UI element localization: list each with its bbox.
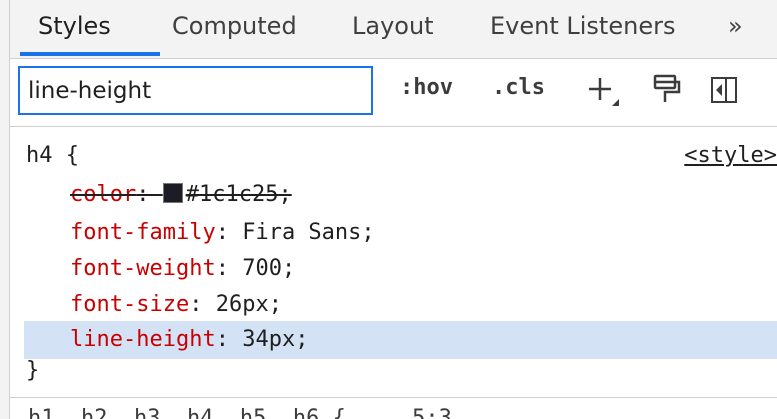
- property-name[interactable]: font-weight: [70, 256, 216, 281]
- filter-input[interactable]: [28, 68, 363, 113]
- panel-left-edge: [0, 0, 10, 419]
- property-value[interactable]: #1c1c25: [186, 182, 279, 207]
- filter-box[interactable]: [18, 66, 373, 115]
- cls-button[interactable]: .cls: [492, 73, 545, 103]
- tab-styles[interactable]: Styles: [38, 0, 111, 52]
- next-rule-selector[interactable]: h1, h2, h3, h4, h5, h6 { ... 5:3: [28, 402, 452, 419]
- declaration-line-height[interactable]: line-height: 34px;: [70, 324, 308, 356]
- property-name[interactable]: font-family: [70, 220, 216, 245]
- property-value[interactable]: 34px: [242, 327, 295, 352]
- property-name[interactable]: color: [70, 182, 136, 207]
- tab-computed[interactable]: Computed: [172, 0, 297, 52]
- styles-toolbar: :hov .cls: [10, 59, 777, 127]
- rule-source-link[interactable]: <style>: [684, 140, 777, 172]
- more-tabs-chevron-icon[interactable]: »: [728, 0, 743, 52]
- declaration-font-weight[interactable]: font-weight: 700;: [70, 253, 295, 285]
- rule-closing-brace: }: [26, 358, 40, 383]
- declaration-color[interactable]: color: #1c1c25;: [70, 179, 292, 211]
- property-value[interactable]: 26px: [216, 292, 269, 317]
- colon: :: [136, 182, 150, 207]
- rule-selector[interactable]: h4 {: [26, 140, 79, 172]
- property-name[interactable]: line-height: [70, 327, 216, 352]
- plus-icon[interactable]: [588, 73, 620, 107]
- property-name[interactable]: font-size: [70, 292, 189, 317]
- hov-button[interactable]: :hov: [400, 73, 453, 103]
- paint-roller-icon[interactable]: [650, 73, 682, 107]
- devtools-tabbar: Styles Computed Layout Event Listeners »: [10, 0, 777, 59]
- declaration-font-size[interactable]: font-size: 26px;: [70, 289, 282, 321]
- styles-pane: h4 { <style> color: #1c1c25; font-family…: [10, 127, 777, 397]
- property-value[interactable]: Fira Sans: [242, 220, 361, 245]
- active-tab-indicator: [20, 52, 160, 56]
- property-value[interactable]: 700: [242, 256, 282, 281]
- next-rule-partial: h1, h2, h3, h4, h5, h6 { ... 5:3: [10, 397, 777, 419]
- tab-layout[interactable]: Layout: [352, 0, 434, 52]
- toggle-sidebar-icon[interactable]: [708, 73, 740, 107]
- declaration-font-family[interactable]: font-family: Fira Sans;: [70, 217, 375, 249]
- tab-event-listeners[interactable]: Event Listeners: [490, 0, 675, 52]
- color-swatch-icon[interactable]: [162, 183, 183, 203]
